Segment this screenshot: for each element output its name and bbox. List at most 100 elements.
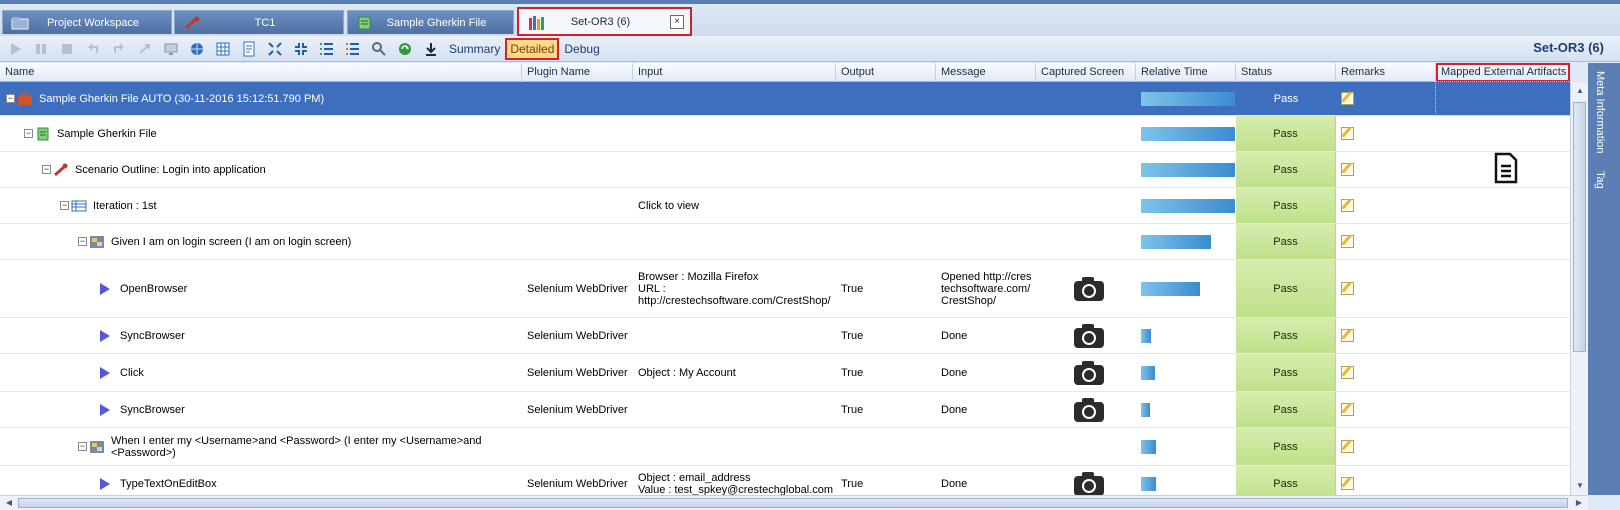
edit-remarks-icon[interactable]: [1341, 127, 1354, 140]
list-collapse-icon[interactable]: [342, 38, 364, 60]
collapse-toggle-icon[interactable]: −: [78, 237, 87, 246]
edit-remarks-icon[interactable]: [1341, 403, 1354, 416]
export-sheet-icon[interactable]: [238, 38, 260, 60]
edit-remarks-icon[interactable]: [1341, 329, 1354, 342]
report-title: Set-OR3 (6): [1533, 40, 1604, 55]
table-row[interactable]: − Iteration : 1st Click to view Pass: [0, 188, 1570, 224]
collapse-toggle-icon[interactable]: −: [42, 165, 51, 174]
table-row[interactable]: TypeTextOnEditBox Selenium WebDriver Objec…: [0, 466, 1570, 495]
pause-icon[interactable]: [30, 38, 52, 60]
table-row[interactable]: − Sample Gherkin File Pass: [0, 116, 1570, 152]
column-header-input[interactable]: Input: [633, 63, 836, 82]
globe-icon[interactable]: [186, 38, 208, 60]
table-row[interactable]: − Scenario Outline: Login into applicatio…: [0, 152, 1570, 188]
column-header-status[interactable]: Status: [1236, 63, 1336, 82]
stop-icon[interactable]: [56, 38, 78, 60]
collapse-toggle-icon[interactable]: −: [24, 129, 33, 138]
relative-time-cell: [1136, 188, 1236, 223]
mapped-artifacts-cell: [1435, 81, 1570, 116]
table-row[interactable]: SyncBrowser Selenium WebDriver True Done Pas…: [0, 318, 1570, 354]
collapse-toggle-icon[interactable]: −: [6, 94, 15, 103]
input-cell[interactable]: Click to view: [633, 188, 836, 223]
find-icon[interactable]: [368, 38, 390, 60]
tab-meta-information[interactable]: Meta Information: [1594, 71, 1606, 154]
relative-time-cell: [1136, 428, 1236, 465]
run-step-icon: [100, 477, 110, 490]
collapse-all-icon[interactable]: [290, 38, 312, 60]
status-value: Pass: [1273, 92, 1299, 105]
download-icon[interactable]: [420, 38, 442, 60]
column-header-message[interactable]: Message: [936, 63, 1036, 82]
play-icon[interactable]: [4, 38, 26, 60]
edit-remarks-icon[interactable]: [1341, 235, 1354, 248]
edit-remarks-icon[interactable]: [1341, 366, 1354, 379]
plugin-cell: Selenium WebDriver: [522, 318, 633, 353]
horizontal-scroll-thumb[interactable]: [18, 498, 1568, 508]
table-row[interactable]: − When I enter my <Username>and <Password…: [0, 428, 1570, 466]
edit-remarks-icon[interactable]: [1341, 282, 1354, 295]
edit-remarks-icon[interactable]: [1341, 92, 1354, 105]
tab-sample-gherkin-file[interactable]: Sample Gherkin File: [347, 10, 514, 34]
edit-remarks-icon[interactable]: [1341, 199, 1354, 212]
column-header-relative-time[interactable]: Relative Time: [1136, 63, 1236, 82]
tab-project-workspace[interactable]: Project Workspace: [2, 10, 172, 34]
row-name: When I enter my <Username>and <Password>…: [111, 434, 485, 459]
table-row[interactable]: Click Selenium WebDriver Object : My Accou…: [0, 354, 1570, 392]
camera-icon[interactable]: [1073, 360, 1105, 386]
vertical-scrollbar[interactable]: ▲ ▼: [1570, 82, 1588, 495]
captured-screen-cell: [1036, 392, 1136, 427]
camera-icon[interactable]: [1073, 397, 1105, 423]
tab-set-or3[interactable]: Set-OR3 (6) ×: [517, 7, 692, 36]
edit-remarks-icon[interactable]: [1341, 477, 1354, 490]
grid-icon[interactable]: [212, 38, 234, 60]
output-cell: True: [836, 260, 936, 317]
vertical-scroll-thumb[interactable]: [1573, 102, 1586, 352]
scroll-up-icon[interactable]: ▲: [1573, 84, 1587, 98]
table-row[interactable]: SyncBrowser Selenium WebDriver True Done Pas…: [0, 392, 1570, 428]
table-row[interactable]: − Given I am on login screen (I am on log…: [0, 224, 1570, 260]
camera-icon[interactable]: [1073, 276, 1105, 302]
scroll-down-icon[interactable]: ▼: [1573, 479, 1587, 493]
collapse-toggle-icon[interactable]: −: [60, 201, 69, 210]
edit-remarks-icon[interactable]: [1341, 440, 1354, 453]
detailed-view-button[interactable]: Detailed: [505, 37, 560, 60]
tab-tc1[interactable]: TC1: [174, 10, 344, 34]
column-header-captured-screen[interactable]: Captured Screen: [1036, 63, 1136, 82]
refresh-step-icon[interactable]: [134, 38, 156, 60]
scroll-left-icon[interactable]: ◀: [2, 496, 16, 510]
collapse-toggle-icon[interactable]: −: [78, 442, 87, 451]
document-icon[interactable]: [1493, 152, 1519, 187]
edit-remarks-icon[interactable]: [1341, 163, 1354, 176]
column-header-name[interactable]: Name: [0, 63, 522, 82]
row-name: Sample Gherkin File AUTO (30-11-2016 15:…: [39, 92, 325, 105]
iteration-table-icon: [71, 199, 87, 213]
debug-view-button[interactable]: Debug: [561, 40, 602, 58]
column-header-remarks[interactable]: Remarks: [1336, 63, 1436, 82]
tab-tag[interactable]: Tag: [1594, 171, 1606, 189]
row-name: SyncBrowser: [120, 403, 185, 416]
expand-all-icon[interactable]: [264, 38, 286, 60]
message-value: Done: [941, 366, 968, 379]
list-expand-icon[interactable]: [316, 38, 338, 60]
horizontal-scrollbar[interactable]: ◀ ▶: [0, 495, 1588, 510]
camera-icon[interactable]: [1073, 471, 1105, 495]
scroll-right-icon[interactable]: ▶: [1572, 496, 1586, 510]
mapped-artifacts-cell: [1436, 152, 1570, 187]
column-header-plugin[interactable]: Plugin Name: [522, 63, 633, 82]
monitor-icon[interactable]: [160, 38, 182, 60]
close-tab-button[interactable]: ×: [670, 15, 684, 29]
status-value: Pass: [1273, 235, 1298, 248]
undo-icon[interactable]: [82, 38, 104, 60]
mapped-artifacts-cell: [1436, 392, 1570, 427]
table-row[interactable]: − Sample Gherkin File AUTO (30-11-2016 15…: [0, 81, 1570, 116]
summary-view-button[interactable]: Summary: [446, 40, 503, 58]
table-row[interactable]: OpenBrowser Selenium WebDriver Browser : M…: [0, 260, 1570, 318]
plugin-cell: Selenium WebDriver: [522, 260, 633, 317]
sync-icon[interactable]: [394, 38, 416, 60]
column-header-mapped-artifacts[interactable]: Mapped External Artifacts: [1436, 63, 1570, 82]
column-header-output[interactable]: Output: [836, 63, 936, 82]
redo-icon[interactable]: [108, 38, 130, 60]
captured-screen-cell: [1036, 354, 1136, 391]
camera-icon[interactable]: [1073, 323, 1105, 349]
run-step-icon: [100, 282, 110, 295]
